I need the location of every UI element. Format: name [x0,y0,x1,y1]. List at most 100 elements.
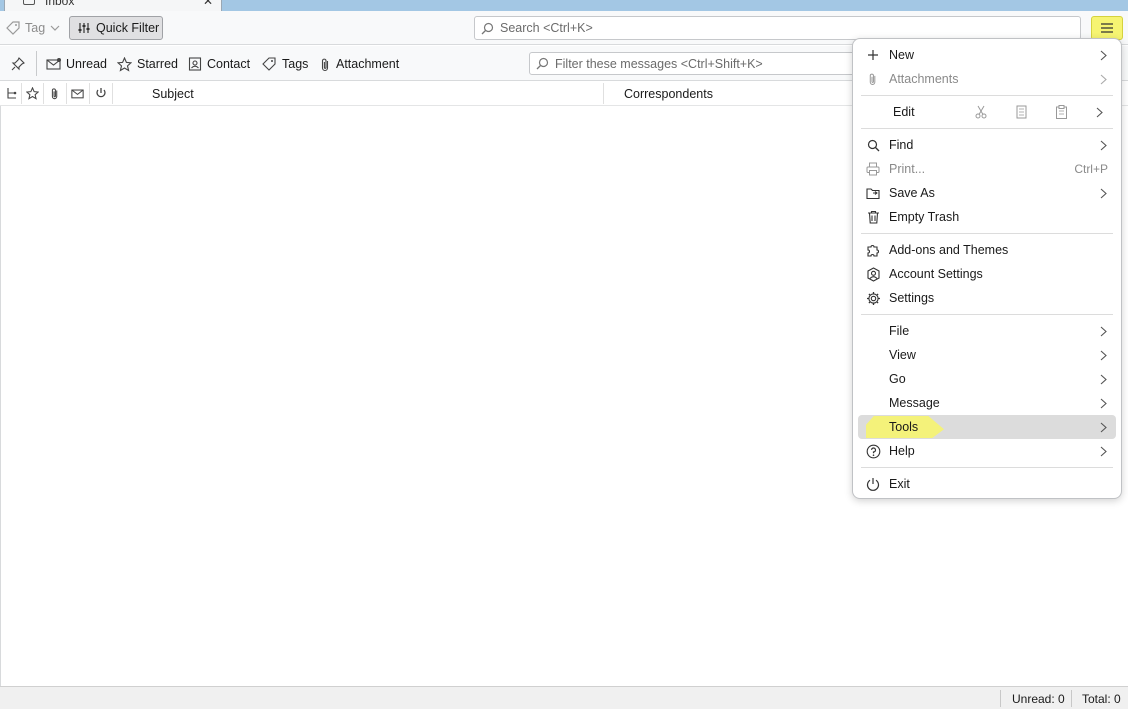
correspondents-column-header[interactable]: Correspondents [624,87,713,101]
starred-label: Starred [137,57,178,71]
menu-item-edit[interactable]: Edit [858,100,1116,124]
app-menu-panel: New Attachments Edit Find Print... Ctrl+… [852,38,1122,499]
close-icon[interactable]: ✕ [203,0,213,8]
search-icon [536,57,549,70]
menu-item-file[interactable]: File [858,319,1116,343]
chevron-right-icon [1094,104,1104,120]
menu-item-tools[interactable]: Tools [858,415,1116,439]
puzzle-icon [865,242,881,258]
menu-item-empty-trash[interactable]: Empty Trash [858,205,1116,229]
help-icon [865,443,881,459]
chevron-right-icon [1098,323,1108,339]
tab-label: Inbox [45,0,75,8]
pin-icon [11,57,25,71]
sliders-icon [78,23,90,33]
menu-item-save-as[interactable]: Save As [858,181,1116,205]
read-status-column-icon[interactable] [70,86,84,100]
menu-separator [861,95,1113,96]
cut-icon[interactable] [973,104,989,120]
menu-item-label: File [889,324,910,338]
menu-item-view[interactable]: View [858,343,1116,367]
menu-item-label: Attachments [889,72,959,86]
chevron-right-icon [1098,185,1108,201]
hamburger-icon [1101,23,1113,33]
thread-column-icon[interactable] [5,86,19,100]
attachment-label: Attachment [336,57,400,71]
search-icon [865,137,881,153]
envelope-icon [46,58,61,70]
quick-filter-label: Quick Filter [96,21,160,35]
paste-icon[interactable] [1053,104,1069,120]
menu-item-shortcut: Ctrl+P [1074,162,1108,176]
tag-label: Tag [25,21,46,35]
column-divider [89,83,90,104]
menu-item-label: New [889,48,915,62]
menu-separator [861,233,1113,234]
menu-item-label: Account Settings [889,267,983,281]
menu-item-label: Find [889,138,914,152]
junk-status-column-icon[interactable] [94,86,108,100]
menu-item-find[interactable]: Find [858,133,1116,157]
search-icon [481,22,494,34]
status-divider [1071,690,1072,707]
unread-label: Unread [66,57,107,71]
chevron-right-icon [1098,137,1108,153]
unread-filter-button[interactable]: Unread [46,54,107,74]
search-input[interactable]: Search <Ctrl+K> [474,16,1081,40]
menu-separator [861,128,1113,129]
menu-item-exit[interactable]: Exit [858,472,1116,496]
menu-item-help[interactable]: Help [858,439,1116,463]
contact-filter-button[interactable]: Contact [188,54,250,74]
menu-item-message[interactable]: Message [858,391,1116,415]
chevron-right-icon [1098,419,1108,435]
menu-item-addons[interactable]: Add-ons and Themes [858,238,1116,262]
divider [36,51,37,76]
app-menu-button[interactable] [1091,16,1123,40]
menu-item-label: View [889,348,916,362]
menu-item-attachments[interactable]: Attachments [858,67,1116,91]
menu-item-new[interactable]: New [858,43,1116,67]
edit-actions [973,104,1069,120]
menu-item-account-settings[interactable]: Account Settings [858,262,1116,286]
tag-icon [262,57,276,71]
trash-icon [865,209,881,225]
column-divider [43,83,44,104]
menu-item-print[interactable]: Print... Ctrl+P [858,157,1116,181]
attachment-column-icon[interactable] [48,86,62,100]
copy-icon[interactable] [1013,104,1029,120]
chevron-right-icon [1098,443,1108,459]
tags-filter-button[interactable]: Tags [262,54,308,74]
tag-button[interactable]: Tag [6,19,60,37]
column-divider [66,83,67,104]
menu-item-label: Tools [889,420,919,434]
gear-icon [865,290,881,306]
chevron-down-icon [50,25,60,31]
tab-inbox[interactable]: Inbox ✕ [4,0,222,11]
search-placeholder: Search <Ctrl+K> [500,21,593,35]
menu-item-label: Edit [893,105,915,119]
menu-item-label: Help [889,444,915,458]
starred-filter-button[interactable]: Starred [117,54,178,74]
menu-item-label: Add-ons and Themes [889,243,1009,257]
filter-messages-input[interactable]: Filter these messages <Ctrl+Shift+K> [529,52,869,75]
chevron-right-icon [1098,47,1108,63]
menu-item-settings[interactable]: Settings [858,286,1116,310]
contact-label: Contact [207,57,251,71]
attachment-filter-button[interactable]: Attachment [320,54,399,74]
menu-item-label: Empty Trash [889,210,960,224]
unread-count: Unread: 0 [1012,692,1065,706]
menu-item-label: Exit [889,477,910,491]
star-icon [117,56,132,72]
menu-item-go[interactable]: Go [858,367,1116,391]
menu-item-label: Print... [889,162,926,176]
pin-button[interactable] [8,54,28,74]
tag-icon [6,21,20,35]
subject-column-header[interactable]: Subject [152,87,194,101]
star-column-icon[interactable] [25,86,39,100]
quick-filter-button[interactable]: Quick Filter [69,16,163,40]
chevron-right-icon [1098,347,1108,363]
plus-icon [865,47,881,63]
tab-strip: Inbox ✕ [0,0,1128,11]
contact-card-icon [188,57,202,71]
paperclip-icon [321,58,329,71]
